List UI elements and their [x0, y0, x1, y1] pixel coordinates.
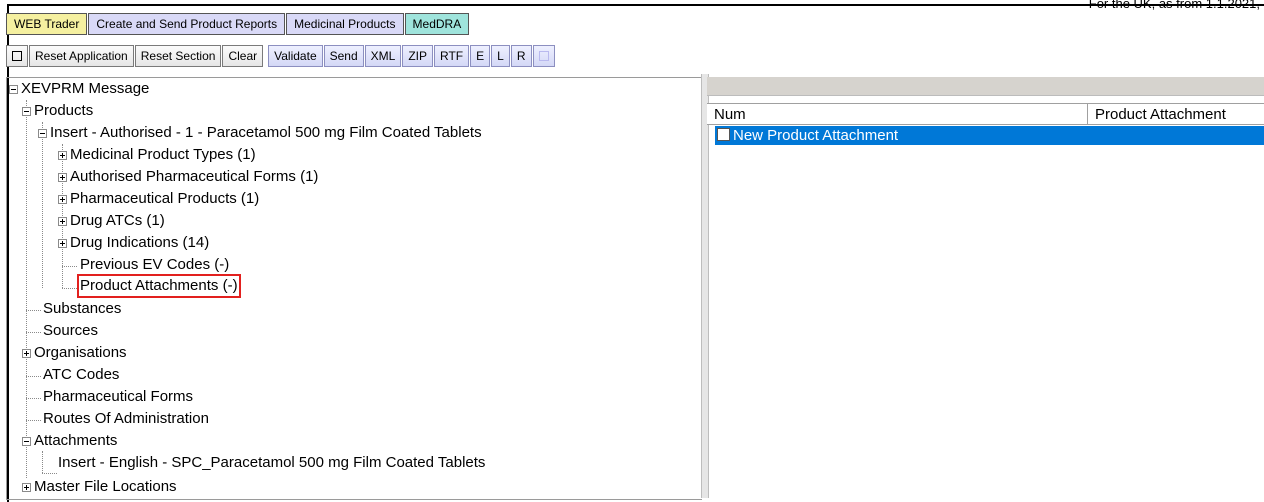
- collapse-icon[interactable]: [22, 107, 31, 116]
- reset-application-button[interactable]: Reset Application: [29, 45, 134, 67]
- rtf-button[interactable]: RTF: [434, 45, 470, 67]
- expand-icon[interactable]: [58, 173, 67, 182]
- square-icon: [12, 50, 22, 61]
- medicinal-products-tab[interactable]: Medicinal Products: [286, 13, 404, 35]
- expand-icon[interactable]: [58, 239, 67, 248]
- nav-bar: WEB Trader Create and Send Product Repor…: [6, 13, 470, 35]
- grid-title-bar: [707, 77, 1264, 96]
- attachment-grid: Num Product Attachment New Product Attac…: [707, 77, 1264, 498]
- collapse-icon[interactable]: [9, 85, 18, 94]
- zip-button[interactable]: ZIP: [402, 45, 434, 67]
- clear-button[interactable]: Clear: [222, 45, 264, 67]
- expand-icon[interactable]: [58, 217, 67, 226]
- expand-icon[interactable]: [22, 349, 31, 358]
- e-button[interactable]: E: [470, 45, 491, 67]
- collapse-square-button[interactable]: [6, 45, 28, 67]
- collapse-icon[interactable]: [38, 129, 47, 138]
- web-trader-tab[interactable]: WEB Trader: [6, 13, 88, 35]
- r-button[interactable]: R: [510, 45, 532, 67]
- row-checkbox[interactable]: [717, 128, 730, 141]
- expand-icon[interactable]: [58, 195, 67, 204]
- collapse-icon[interactable]: [22, 437, 31, 446]
- send-button[interactable]: Send: [323, 45, 364, 67]
- create-send-reports-tab[interactable]: Create and Send Product Reports: [88, 13, 286, 35]
- row-label[interactable]: New Product Attachment: [733, 126, 898, 145]
- xml-button[interactable]: XML: [364, 45, 402, 67]
- validate-button[interactable]: Validate: [268, 45, 323, 67]
- meddra-tab[interactable]: MedDRA: [404, 13, 470, 35]
- square-icon: [538, 50, 549, 61]
- expand-icon[interactable]: [58, 151, 67, 160]
- l-button[interactable]: L: [491, 45, 510, 67]
- reset-section-button[interactable]: Reset Section: [134, 45, 222, 67]
- column-header-product-attachment[interactable]: Product Attachment: [1088, 103, 1264, 125]
- expand-icon[interactable]: [22, 483, 31, 492]
- top-note: For the UK, as from 1.1.2021,: [1088, 0, 1260, 11]
- column-header-num[interactable]: Num: [707, 103, 1088, 125]
- xevprm-tree: XEVPRM Message Products Insert - Authori…: [6, 77, 702, 500]
- toolbar: Reset Application Reset Section Clear Va…: [6, 45, 556, 69]
- disabled-square-button[interactable]: [532, 45, 555, 67]
